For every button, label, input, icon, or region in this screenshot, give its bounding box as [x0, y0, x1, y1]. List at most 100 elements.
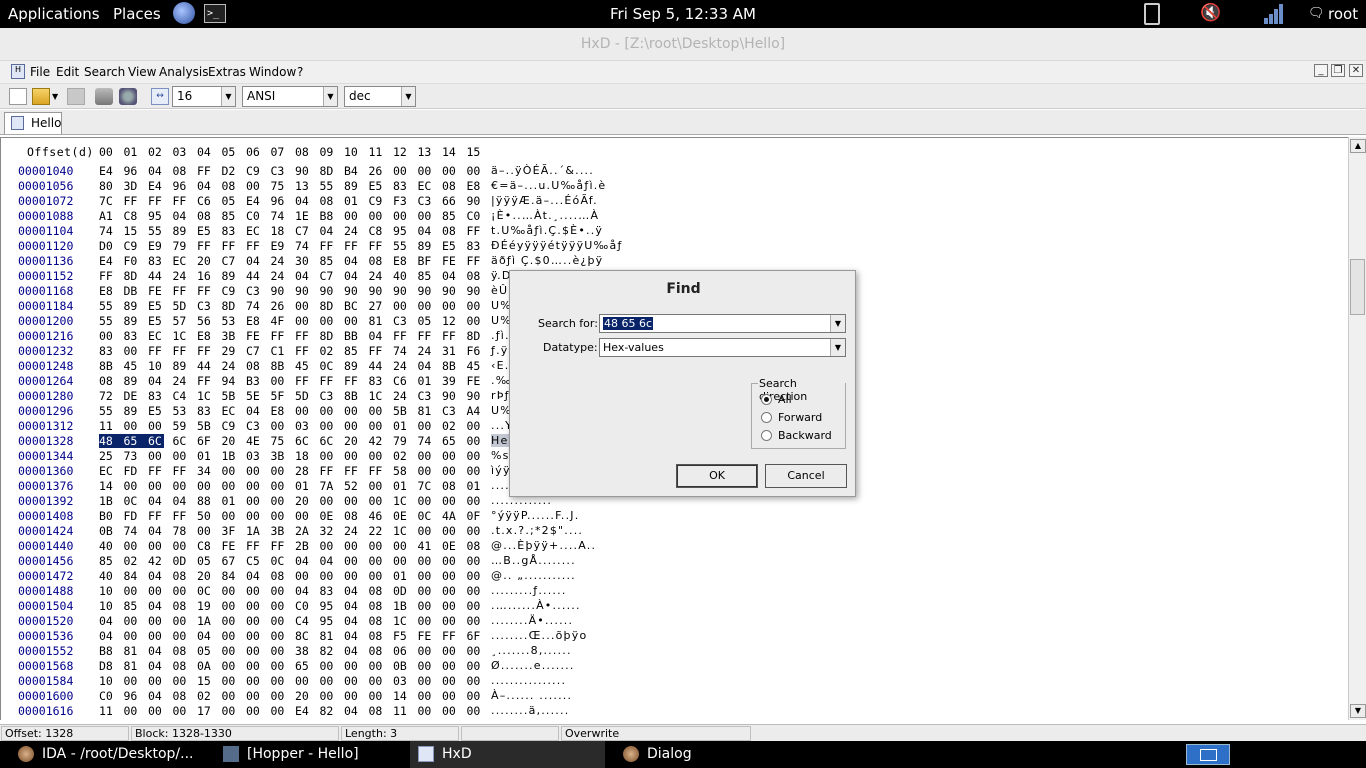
hex-byte[interactable]: 81 [418, 404, 436, 418]
hex-byte[interactable]: 00 [320, 569, 338, 583]
terminal-icon[interactable]: >_ [204, 4, 226, 23]
hex-byte[interactable]: 90 [369, 284, 387, 298]
hex-byte[interactable]: 00 [148, 629, 166, 643]
hex-byte[interactable]: 00 [344, 449, 362, 463]
open-disk-icon[interactable] [95, 88, 113, 105]
hex-byte[interactable]: 00 [320, 539, 338, 553]
hex-byte[interactable]: C9 [369, 194, 387, 208]
hex-byte[interactable]: 04 [344, 614, 362, 628]
direction-all-label[interactable]: All [778, 393, 792, 406]
hex-byte[interactable]: 65 [442, 434, 460, 448]
hex-byte[interactable]: 00 [222, 704, 240, 718]
hex-byte[interactable]: 00 [295, 569, 313, 583]
hex-byte[interactable]: 55 [99, 404, 117, 418]
hex-byte[interactable]: 00 [173, 479, 191, 493]
hex-byte[interactable]: 75 [271, 179, 289, 193]
hex-byte[interactable]: C7 [295, 224, 313, 238]
hex-byte[interactable]: 56 [197, 314, 215, 328]
open-dropdown-icon[interactable]: ▼ [52, 88, 62, 105]
hex-byte[interactable]: 00 [271, 479, 289, 493]
hex-byte[interactable]: 95 [393, 224, 411, 238]
hex-byte[interactable]: 00 [344, 419, 362, 433]
hex-byte[interactable]: 00 [369, 569, 387, 583]
battery-icon[interactable] [1144, 3, 1160, 25]
hex-byte[interactable]: 00 [148, 584, 166, 598]
hex-byte[interactable]: 74 [246, 299, 264, 313]
hex-byte[interactable]: E8 [246, 314, 264, 328]
hex-byte[interactable]: 01 [222, 494, 240, 508]
hex-byte[interactable]: 55 [320, 179, 338, 193]
hex-byte[interactable]: 41 [418, 539, 436, 553]
hex-byte[interactable]: 00 [467, 299, 485, 313]
hex-byte[interactable]: 00 [467, 674, 485, 688]
hex-byte[interactable]: 8B [271, 359, 289, 373]
hex-byte[interactable]: 00 [99, 329, 117, 343]
hex-byte[interactable]: 00 [393, 554, 411, 568]
hex-byte[interactable]: 83 [320, 584, 338, 598]
hex-byte[interactable]: 83 [99, 344, 117, 358]
hex-row[interactable]: 00001536 04 00 00 00 04 00 00 00 8C 81 04 08 F5 FE FF 6F… [1, 629, 1348, 644]
hex-byte[interactable]: 00 [442, 524, 460, 538]
hex-byte[interactable]: 8D [467, 329, 485, 343]
hex-byte[interactable]: D8 [99, 659, 117, 673]
hex-byte[interactable]: 74 [393, 344, 411, 358]
hex-byte[interactable]: B8 [320, 209, 338, 223]
hex-byte[interactable]: 0E [393, 509, 411, 523]
hex-byte[interactable]: FF [295, 374, 313, 388]
hex-byte[interactable]: 08 [173, 569, 191, 583]
hex-byte[interactable]: 04 [344, 629, 362, 643]
hex-byte[interactable]: 8D [320, 299, 338, 313]
hex-byte[interactable]: 00 [442, 554, 460, 568]
hex-byte[interactable]: FF [320, 239, 338, 253]
hex-byte[interactable]: 6C [173, 434, 191, 448]
hex-byte[interactable]: 04 [246, 569, 264, 583]
menu-edit[interactable]: Edit [56, 65, 79, 79]
ascii-text[interactable]: ¡È•..…Àt.¸....…À [491, 209, 599, 222]
menu-file[interactable]: File [30, 65, 50, 79]
hex-byte[interactable]: 00 [344, 674, 362, 688]
hex-byte[interactable]: 34 [197, 464, 215, 478]
hex-byte[interactable]: E4 [99, 164, 117, 178]
hex-byte[interactable]: F5 [393, 629, 411, 643]
hex-byte[interactable]: 38 [295, 644, 313, 658]
menu-extras[interactable]: Extras [208, 65, 246, 79]
hex-byte[interactable]: 08 [442, 224, 460, 238]
hex-byte[interactable]: 6F [467, 629, 485, 643]
hex-row[interactable]: 00001408 B0 FD FF FF 50 00 00 00 00 0E 08 46 0E 0C 4A 0F… [1, 509, 1348, 524]
hex-byte[interactable]: 08 [369, 254, 387, 268]
hex-byte[interactable]: FE [467, 374, 485, 388]
hex-byte[interactable]: 00 [246, 584, 264, 598]
hex-byte[interactable]: 83 [369, 374, 387, 388]
hex-byte[interactable]: 04 [148, 164, 166, 178]
hex-byte[interactable]: 04 [295, 269, 313, 283]
hex-byte[interactable]: 31 [442, 344, 460, 358]
save-icon[interactable] [67, 88, 85, 105]
hex-byte[interactable]: FF [124, 194, 142, 208]
hex-byte[interactable]: 00 [246, 689, 264, 703]
hex-byte[interactable]: 00 [246, 704, 264, 718]
hex-byte[interactable]: 5F [271, 389, 289, 403]
hex-byte[interactable]: 08 [369, 584, 387, 598]
hex-byte[interactable]: 04 [148, 659, 166, 673]
hex-byte[interactable]: E8 [271, 404, 289, 418]
hex-byte[interactable]: 00 [173, 629, 191, 643]
hex-byte[interactable]: 04 [344, 269, 362, 283]
hex-byte[interactable]: 00 [467, 434, 485, 448]
hex-byte[interactable]: 89 [344, 359, 362, 373]
hex-byte[interactable]: C0 [246, 209, 264, 223]
hex-byte[interactable]: 06 [393, 644, 411, 658]
hex-byte[interactable]: 72 [99, 389, 117, 403]
hex-byte[interactable]: 00 [173, 449, 191, 463]
hex-byte[interactable]: 08 [173, 164, 191, 178]
hex-byte[interactable]: 4E [246, 434, 264, 448]
hex-byte[interactable]: 04 [320, 224, 338, 238]
hex-byte[interactable]: 00 [124, 344, 142, 358]
hex-byte[interactable]: 00 [467, 689, 485, 703]
network-signal-icon[interactable] [1263, 4, 1285, 28]
hex-byte[interactable]: 26 [271, 299, 289, 313]
hex-byte[interactable]: 04 [148, 689, 166, 703]
hex-byte[interactable]: 00 [271, 584, 289, 598]
hex-byte[interactable]: 02 [320, 344, 338, 358]
hex-byte[interactable]: 4A [442, 509, 460, 523]
hex-byte[interactable]: 29 [222, 344, 240, 358]
